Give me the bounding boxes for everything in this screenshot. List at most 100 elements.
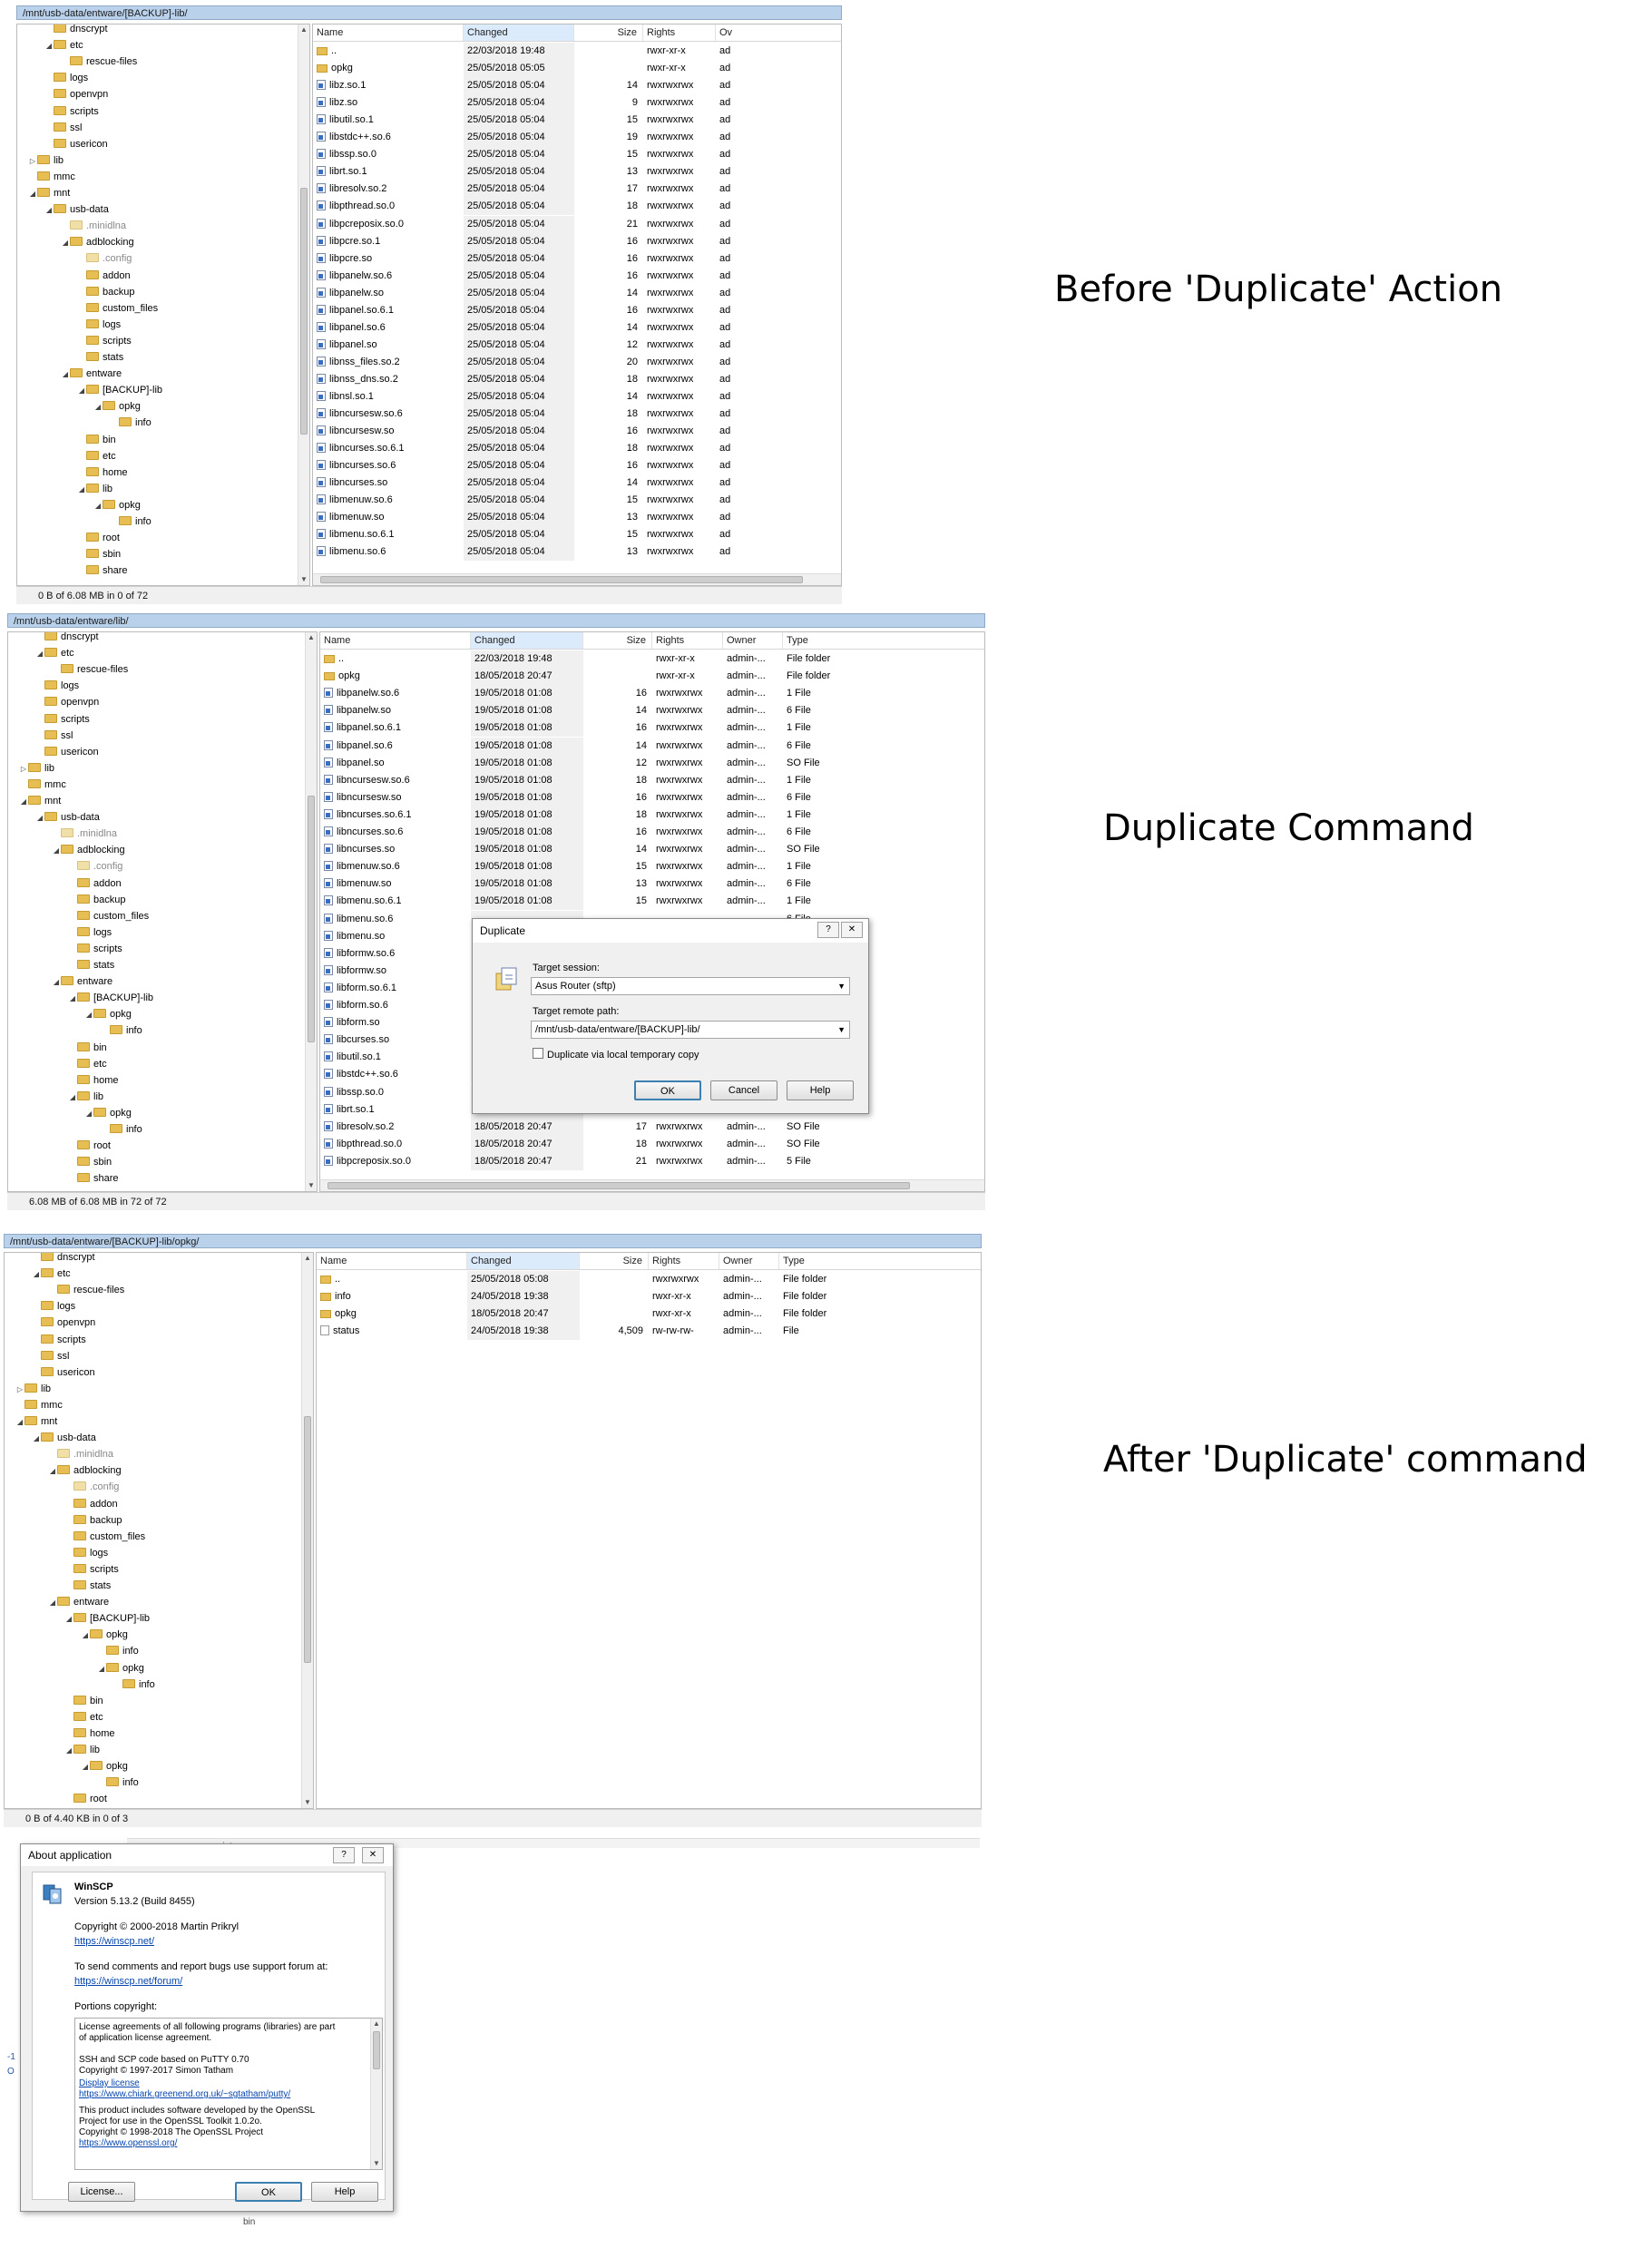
tree-node[interactable]: scripts xyxy=(44,103,99,120)
file-row[interactable]: opkg 18/05/2018 20:47 rwxr-xr-x admin-... Fi… xyxy=(320,668,984,686)
tree-node[interactable]: rescue-files xyxy=(61,54,137,70)
expanded-arrow-icon[interactable]: ◢ xyxy=(44,202,54,219)
tree-node[interactable]: ssl xyxy=(44,120,82,136)
tree-node[interactable]: mmc xyxy=(28,169,75,185)
tree-node[interactable]: bin xyxy=(77,432,116,448)
expanded-arrow-icon[interactable]: ◢ xyxy=(93,399,103,415)
ok-button[interactable]: OK xyxy=(235,2182,302,2202)
tree-node[interactable]: ◢ adblocking xyxy=(52,842,125,858)
file-row[interactable]: info 24/05/2018 19:38 rwxr-xr-x admin-... Fi… xyxy=(317,1288,981,1306)
file-row[interactable]: libresolv.so.2 25/05/2018 05:04 17 rwxrwxrw… xyxy=(313,181,841,199)
column-header-rights[interactable]: Rights xyxy=(652,632,723,649)
tree-node[interactable]: mmc xyxy=(15,1397,63,1413)
file-row[interactable]: libmenuw.so.6 19/05/2018 01:08 15 rwxrwxrwx… xyxy=(320,858,984,876)
tree-node[interactable]: openvpn xyxy=(44,86,108,103)
column-header-ov[interactable]: Ov xyxy=(716,24,841,41)
expanded-arrow-icon[interactable]: ◢ xyxy=(48,1463,57,1480)
column-header-size[interactable]: Size xyxy=(580,1253,649,1269)
tree-node[interactable]: etc xyxy=(77,448,116,464)
tree-node[interactable]: etc xyxy=(68,1056,107,1072)
tree-node[interactable]: dnscrypt xyxy=(44,24,108,37)
putty-link[interactable]: https://www.chiark.greenend.org.uk/~sgta… xyxy=(79,2089,290,2099)
tree-node[interactable]: ◢ adblocking xyxy=(48,1462,122,1479)
tree-node[interactable]: ssl xyxy=(32,1348,69,1364)
tree-node[interactable]: stats xyxy=(64,1578,111,1594)
tree-node[interactable]: share xyxy=(77,562,128,579)
file-row[interactable]: libz.so 25/05/2018 05:04 9 rwxrwxrwx ad xyxy=(313,94,841,112)
tree-node[interactable]: info xyxy=(101,1022,142,1039)
tree-node[interactable]: ssl xyxy=(35,728,73,744)
tree-node[interactable]: ◢ opkg xyxy=(84,1105,132,1121)
tree-node[interactable]: ◢ lib xyxy=(68,1089,103,1105)
tree-node[interactable]: scripts xyxy=(77,333,132,349)
expanded-arrow-icon[interactable]: ◢ xyxy=(32,1431,41,1447)
tree-node[interactable]: scripts xyxy=(64,1561,119,1578)
license-button[interactable]: License... xyxy=(68,2182,135,2202)
tree-node[interactable]: info xyxy=(110,513,152,530)
file-row[interactable]: libpcre.so.1 25/05/2018 05:04 16 rwxrwxrwx a… xyxy=(313,232,841,250)
expanded-arrow-icon[interactable]: ◢ xyxy=(52,974,61,991)
column-header-changed[interactable]: Changed xyxy=(471,632,583,649)
h-scrollbar[interactable] xyxy=(313,573,841,585)
file-row[interactable]: libnsl.so.1 25/05/2018 05:04 14 rwxrwxrwx ad xyxy=(313,388,841,406)
tree-node[interactable]: home xyxy=(64,1725,115,1742)
file-row[interactable]: .. 22/03/2018 19:48 rwxr-xr-x admin-... File… xyxy=(320,650,984,668)
scroll-thumb[interactable] xyxy=(308,796,315,1042)
folder-tree[interactable]: ▲ ▼ dnscrypt ◢ etc rescue-files logs openvpn sc… xyxy=(4,1252,314,1809)
tree-node[interactable]: .config xyxy=(64,1479,119,1495)
expanded-arrow-icon[interactable]: ◢ xyxy=(68,1090,77,1106)
tree-node[interactable]: stats xyxy=(68,957,114,973)
expanded-arrow-icon[interactable]: ◢ xyxy=(81,1628,90,1644)
tree-node[interactable]: mmc xyxy=(19,777,66,793)
tree-node[interactable]: backup xyxy=(68,892,125,908)
license-scrollbar[interactable]: ▲ ▼ xyxy=(370,2019,382,2169)
expanded-arrow-icon[interactable]: ◢ xyxy=(61,367,70,383)
column-header-rights[interactable]: Rights xyxy=(649,1253,719,1269)
tree-node[interactable]: scripts xyxy=(68,941,122,957)
help-button[interactable]: Help xyxy=(311,2182,378,2202)
file-row[interactable]: libncurses.so 19/05/2018 01:08 14 rwxrwxrwx… xyxy=(320,841,984,859)
column-header-owner[interactable]: Owner xyxy=(719,1253,779,1269)
file-row[interactable]: libpanelw.so.6 25/05/2018 05:04 16 rwxrwxrw… xyxy=(313,267,841,285)
file-row[interactable]: libpanel.so 25/05/2018 05:04 12 rwxrwxrwx ad xyxy=(313,336,841,354)
tree-node[interactable]: ◢ lib xyxy=(64,1742,100,1758)
column-header-size[interactable]: Size xyxy=(574,24,643,41)
tree-node[interactable]: ◢ adblocking xyxy=(61,234,134,250)
column-header-name[interactable]: Name xyxy=(317,1253,467,1269)
tree-node[interactable]: logs xyxy=(44,70,88,86)
tree-scrollbar[interactable]: ▲ ▼ xyxy=(298,24,309,585)
tree-node[interactable]: openvpn xyxy=(35,694,99,710)
expanded-arrow-icon[interactable]: ◢ xyxy=(32,1266,41,1283)
file-row[interactable]: libmenuw.so 19/05/2018 01:08 13 rwxrwxrwx ad… xyxy=(320,875,984,894)
tree-node[interactable]: ◢ usb-data xyxy=(32,1430,96,1446)
file-row[interactable]: libnss_files.so.2 25/05/2018 05:04 20 rwxrw… xyxy=(313,353,841,371)
file-row[interactable]: libstdc++.so.6 25/05/2018 05:04 19 rwxrwxrw… xyxy=(313,129,841,147)
file-row[interactable]: status 24/05/2018 19:38 4,509 rw-rw-rw-admi… xyxy=(317,1323,981,1341)
tree-node[interactable]: .minidlna xyxy=(52,826,117,842)
scroll-up-icon[interactable]: ▲ xyxy=(298,24,309,35)
file-row[interactable]: libpanel.so.6.1 19/05/2018 01:08 16 rwxrwxr… xyxy=(320,719,984,738)
tree-node[interactable]: info xyxy=(113,1677,155,1693)
tree-node[interactable]: ◢ etc xyxy=(32,1266,71,1282)
file-row[interactable]: libnss_dns.so.2 25/05/2018 05:04 18 rwxrwxr… xyxy=(313,370,841,388)
expanded-arrow-icon[interactable]: ◢ xyxy=(64,1743,73,1759)
scroll-down-icon[interactable]: ▼ xyxy=(302,1797,313,1808)
file-row[interactable]: libpanelw.so 19/05/2018 01:08 14 rwxrwxrwx a… xyxy=(320,702,984,720)
expanded-arrow-icon[interactable]: ◢ xyxy=(77,383,86,399)
tree-node[interactable]: share xyxy=(68,1170,119,1187)
license-text-box[interactable]: License agreements of all following prog… xyxy=(74,2018,383,2170)
h-scrollbar[interactable] xyxy=(320,1179,984,1191)
tree-node[interactable]: info xyxy=(110,415,152,431)
tree-node[interactable]: backup xyxy=(77,284,134,300)
scroll-down-icon[interactable]: ▼ xyxy=(298,574,309,585)
tree-node[interactable]: ◢ [BACKUP]-lib xyxy=(64,1610,150,1627)
target-path-input[interactable]: /mnt/usb-data/entware/[BACKUP]-lib/ ▼ xyxy=(531,1021,850,1039)
folder-tree[interactable]: ▲ ▼ dnscrypt ◢ etc rescue-files logs openvpn sc… xyxy=(7,631,318,1192)
tree-node[interactable]: ◢ opkg xyxy=(81,1758,128,1774)
close-button[interactable]: ✕ xyxy=(841,922,863,938)
expanded-arrow-icon[interactable]: ◢ xyxy=(35,810,44,826)
tree-node[interactable]: ◢ opkg xyxy=(93,398,141,415)
expanded-arrow-icon[interactable]: ◢ xyxy=(84,1007,93,1023)
tree-node[interactable]: dnscrypt xyxy=(35,632,99,645)
tree-node[interactable]: ◢ entware xyxy=(52,973,112,990)
